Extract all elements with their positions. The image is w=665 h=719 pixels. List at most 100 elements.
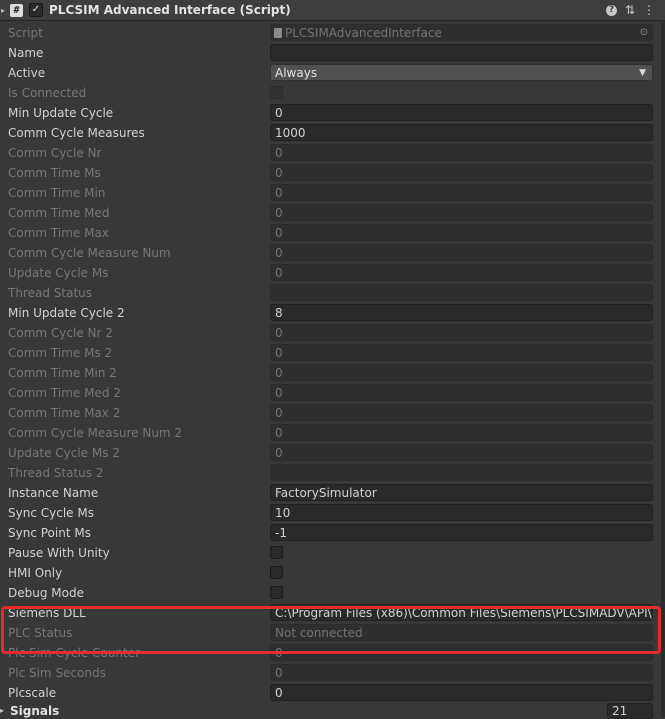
field-row-debug-mode: Debug Mode <box>0 583 665 603</box>
field-label: Comm Time Max 2 <box>8 406 121 420</box>
field-row-min-update-cycle: Min Update Cycle 0 <box>0 103 665 123</box>
field-row-thread-status-2: Thread Status 2 <box>0 463 665 483</box>
is-connected-checkbox <box>270 86 283 99</box>
field-row-hmi-only: HMI Only <box>0 563 665 583</box>
help-icon[interactable]: ? <box>605 4 617 16</box>
field-label: Update Cycle Ms <box>8 266 109 280</box>
field-label: Comm Time Med <box>8 206 110 220</box>
field-label: Min Update Cycle <box>8 106 114 120</box>
siemens-dll-input[interactable]: C:\Program Files (x86)\Common Files\Siem… <box>270 604 653 621</box>
instance-name-input[interactable]: FactorySimulator <box>270 484 653 501</box>
field-row-comm-time-med-2: Comm Time Med 2 0 <box>0 383 665 403</box>
dropdown-arrow-icon: ▼ <box>639 68 646 78</box>
plc-status-field: Not connected <box>270 624 653 641</box>
field-label: HMI Only <box>8 566 63 580</box>
field-row-is-connected: Is Connected <box>0 83 665 103</box>
object-picker-icon[interactable]: ⊙ <box>640 26 648 40</box>
field-row-plcscale: Plcscale 0 <box>0 683 665 703</box>
field-label: Comm Cycle Nr <box>8 146 102 160</box>
min-update-cycle-input[interactable]: 0 <box>270 104 653 121</box>
field-row-comm-time-ms: Comm Time Ms 0 <box>0 163 665 183</box>
component-header[interactable]: ▸ # ✓ PLCSIM Advanced Interface (Script)… <box>0 0 665 21</box>
comm-time-med-2-field: 0 <box>270 384 653 401</box>
min-update-cycle-2-input[interactable]: 8 <box>270 304 653 321</box>
field-value: PLCSIMAdvancedInterface <box>285 26 442 40</box>
field-label: Plcscale <box>8 686 57 700</box>
debug-mode-checkbox[interactable] <box>270 586 283 599</box>
field-label: Comm Cycle Measure Num 2 <box>8 426 183 440</box>
comm-time-min-2-field: 0 <box>270 364 653 381</box>
field-row-comm-time-med: Comm Time Med 0 <box>0 203 665 223</box>
field-label: Plc Sim Seconds <box>8 666 106 680</box>
field-row-comm-cycle-nr-2: Comm Cycle Nr 2 0 <box>0 323 665 343</box>
field-label: Siemens DLL <box>8 606 86 620</box>
field-row-siemens-dll: Siemens DLL C:\Program Files (x86)\Commo… <box>0 603 665 623</box>
field-label: Comm Time Max <box>8 226 109 240</box>
plc-sim-cycle-counter-field: 0 <box>270 644 653 661</box>
field-label: Is Connected <box>8 86 87 100</box>
pause-with-unity-checkbox[interactable] <box>270 546 283 559</box>
field-row-plc-sim-cycle-counter: Plc Sim Cycle Counter 0 <box>0 643 665 663</box>
sync-cycle-ms-input[interactable]: 10 <box>270 504 653 521</box>
update-cycle-ms-field: 0 <box>270 264 653 281</box>
field-label: Comm Cycle Nr 2 <box>8 326 113 340</box>
thread-status-field <box>270 284 653 301</box>
field-label: Comm Cycle Measures <box>8 126 145 140</box>
comm-time-min-field: 0 <box>270 184 653 201</box>
field-row-active: Active Always ▼ <box>0 63 665 83</box>
comm-cycle-nr-2-field: 0 <box>270 324 653 341</box>
comm-cycle-measures-input[interactable]: 1000 <box>270 124 653 141</box>
field-row-instance-name: Instance Name FactorySimulator <box>0 483 665 503</box>
field-label: Comm Time Ms 2 <box>8 346 113 360</box>
field-label: Min Update Cycle 2 <box>8 306 125 320</box>
field-row-min-update-cycle-2: Min Update Cycle 2 8 <box>0 303 665 323</box>
foldout-arrow-icon[interactable]: ▸ <box>0 0 6 20</box>
field-label: Thread Status 2 <box>8 466 104 480</box>
name-input[interactable] <box>270 44 653 61</box>
comm-time-max-2-field: 0 <box>270 404 653 421</box>
field-label: Comm Time Min 2 <box>8 366 117 380</box>
field-row-sync-cycle-ms: Sync Cycle Ms 10 <box>0 503 665 523</box>
field-row-comm-time-min-2: Comm Time Min 2 0 <box>0 363 665 383</box>
active-dropdown[interactable]: Always ▼ <box>270 64 653 81</box>
comm-time-ms-2-field: 0 <box>270 344 653 361</box>
more-icon[interactable]: ⋮ <box>643 4 655 16</box>
sync-point-ms-input[interactable]: -1 <box>270 524 653 541</box>
field-row-pause-with-unity: Pause With Unity <box>0 543 665 563</box>
foldout-arrow-icon[interactable]: ▸ <box>0 706 4 715</box>
scrollbar[interactable] <box>661 20 665 717</box>
field-row-comm-time-max: Comm Time Max 0 <box>0 223 665 243</box>
field-label: Plc Sim Cycle Counter <box>8 646 140 660</box>
field-label: Thread Status <box>8 286 93 300</box>
field-row-update-cycle-ms-2: Update Cycle Ms 2 0 <box>0 443 665 463</box>
thread-status-2-field <box>270 464 653 481</box>
field-row-comm-cycle-measures: Comm Cycle Measures 1000 <box>0 123 665 143</box>
field-label: Comm Time Min <box>8 186 106 200</box>
comm-cycle-measure-num-2-field: 0 <box>270 424 653 441</box>
hmi-only-checkbox[interactable] <box>270 566 283 579</box>
field-label: Update Cycle Ms 2 <box>8 446 120 460</box>
field-row-plc-status: PLC Status Not connected <box>0 623 665 643</box>
field-label: PLC Status <box>8 626 73 640</box>
field-label: Comm Time Ms <box>8 166 101 180</box>
field-label: Instance Name <box>8 486 99 500</box>
plcscale-input[interactable]: 0 <box>270 684 653 701</box>
field-label: Comm Time Med 2 <box>8 386 121 400</box>
comm-time-med-field: 0 <box>270 204 653 221</box>
comm-cycle-nr-field: 0 <box>270 144 653 161</box>
field-label: Pause With Unity <box>8 546 110 560</box>
signals-label: Signals <box>10 704 60 718</box>
comm-time-ms-field: 0 <box>270 164 653 181</box>
field-row-comm-cycle-nr: Comm Cycle Nr 0 <box>0 143 665 163</box>
comm-cycle-measure-num-field: 0 <box>270 244 653 261</box>
header-icons: ? ⇅ ⋮ <box>605 0 655 20</box>
preset-icon[interactable]: ⇅ <box>625 4 635 16</box>
field-label: Comm Cycle Measure Num <box>8 246 171 260</box>
field-row-sync-point-ms: Sync Point Ms -1 <box>0 523 665 543</box>
field-label: Sync Cycle Ms <box>8 506 94 520</box>
field-row-comm-time-min: Comm Time Min 0 <box>0 183 665 203</box>
script-icon: # <box>10 3 23 17</box>
field-row-comm-time-max-2: Comm Time Max 2 0 <box>0 403 665 423</box>
plc-sim-seconds-field: 0 <box>270 664 653 681</box>
component-enabled-checkbox[interactable]: ✓ <box>29 3 43 17</box>
